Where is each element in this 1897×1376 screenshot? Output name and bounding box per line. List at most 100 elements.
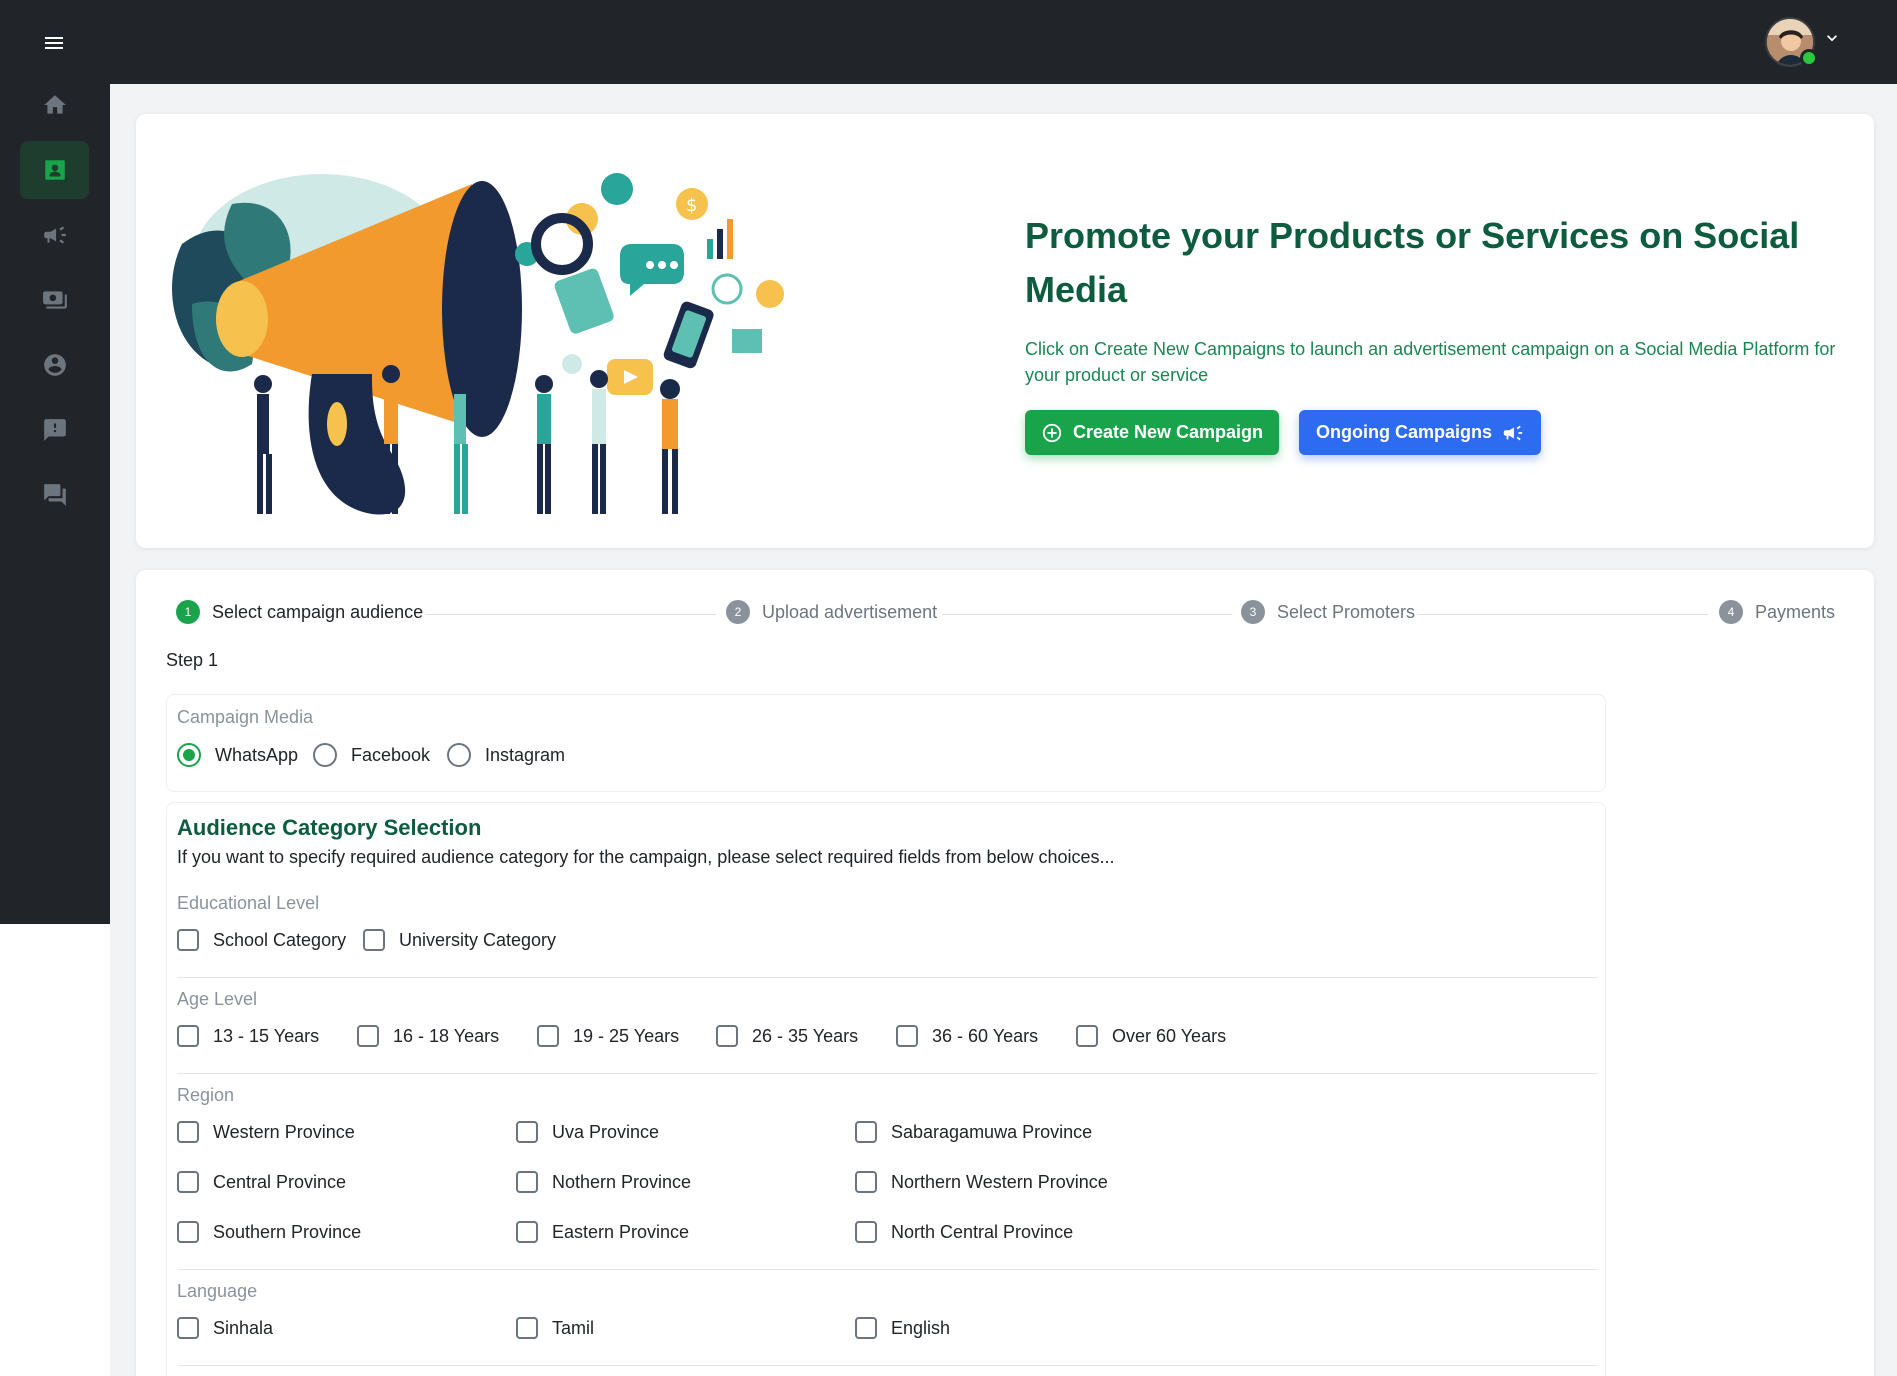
feedback-icon xyxy=(43,419,66,441)
checkbox[interactable] xyxy=(516,1317,538,1339)
sidebar-item-profile[interactable] xyxy=(20,336,89,394)
checkbox-age-26-35[interactable]: 26 - 35 Years xyxy=(716,1025,858,1047)
checkbox-north-central-province[interactable]: North Central Province xyxy=(855,1221,1073,1243)
checkbox-label: Eastern Province xyxy=(552,1221,690,1242)
checkbox[interactable] xyxy=(516,1121,538,1143)
checkbox[interactable] xyxy=(855,1221,877,1243)
checkbox-label: Western Province xyxy=(213,1121,355,1142)
campaign-wizard-card: 1 Select campaign audience 2 Upload adve… xyxy=(136,570,1874,1376)
hero-title: Promote your Products or Services on Soc… xyxy=(1025,215,1800,310)
checkbox[interactable] xyxy=(896,1025,918,1047)
step-upload-advertisement[interactable]: 2 Upload advertisement xyxy=(726,600,937,624)
radio-button[interactable] xyxy=(447,743,471,767)
age-level-label: Age Level xyxy=(177,989,258,1009)
sidebar-item-home[interactable] xyxy=(20,76,89,134)
megaphone-illustration: $ xyxy=(172,173,784,515)
audience-description: If you want to specify required audience… xyxy=(177,847,1115,867)
checkbox-label: Central Province xyxy=(213,1171,347,1192)
svg-text:$: $ xyxy=(686,195,697,216)
checkbox-central-province[interactable]: Central Province xyxy=(177,1171,346,1193)
checkbox-label: 16 - 18 Years xyxy=(393,1025,500,1046)
checkbox-southern-province[interactable]: Southern Province xyxy=(177,1221,361,1243)
create-campaign-label: Create New Campaign xyxy=(1072,422,1264,442)
checkbox-age-16-18[interactable]: 16 - 18 Years xyxy=(357,1025,499,1047)
radio-instagram[interactable]: Instagram xyxy=(447,743,565,767)
checkbox-western-province[interactable]: Western Province xyxy=(177,1121,355,1143)
step-select-audience[interactable]: 1 Select campaign audience xyxy=(176,600,423,624)
step-number: 1 xyxy=(176,600,200,624)
checkbox[interactable] xyxy=(177,929,199,951)
checkbox[interactable] xyxy=(516,1171,538,1193)
checkbox-uva-province[interactable]: Uva Province xyxy=(516,1121,659,1143)
checkbox[interactable] xyxy=(1076,1025,1098,1047)
checkbox[interactable] xyxy=(855,1171,877,1193)
hero-card: $ Promote your Products or Services on S… xyxy=(136,114,1874,548)
checkbox[interactable] xyxy=(177,1025,199,1047)
checkbox[interactable] xyxy=(716,1025,738,1047)
checkbox-age-19-25[interactable]: 19 - 25 Years xyxy=(537,1025,679,1047)
current-step-label: Step 1 xyxy=(166,650,219,670)
radio-button[interactable] xyxy=(313,743,337,767)
checkbox-nothern-province[interactable]: Nothern Province xyxy=(516,1171,691,1193)
checkbox-label: Northern Western Province xyxy=(891,1171,1108,1192)
user-menu-caret[interactable] xyxy=(1822,28,1842,48)
language-label: Language xyxy=(177,1281,258,1301)
checkbox-age-13-15[interactable]: 13 - 15 Years xyxy=(177,1025,319,1047)
checkbox[interactable] xyxy=(516,1221,538,1243)
checkbox-sabaragamuwa-province[interactable]: Sabaragamuwa Province xyxy=(855,1121,1092,1143)
checkbox-label: Southern Province xyxy=(213,1221,362,1242)
step-number: 3 xyxy=(1241,600,1265,624)
sidebar-item-messages[interactable] xyxy=(20,466,89,524)
checkbox-northern-western-province[interactable]: Northern Western Province xyxy=(855,1171,1108,1193)
sidebar-item-feedback[interactable] xyxy=(20,401,89,459)
checkbox-school-category[interactable]: School Category xyxy=(177,929,346,951)
checkbox[interactable] xyxy=(855,1121,877,1143)
checkbox[interactable] xyxy=(177,1171,199,1193)
radio-facebook[interactable]: Facebook xyxy=(313,743,430,767)
checkbox-label: University Category xyxy=(399,929,557,950)
radio-label: Facebook xyxy=(351,744,431,765)
checkbox-tamil[interactable]: Tamil xyxy=(516,1317,594,1339)
step-payments[interactable]: 4 Payments xyxy=(1719,600,1835,624)
checkbox[interactable] xyxy=(177,1221,199,1243)
checkbox-label: Sinhala xyxy=(213,1317,274,1338)
sidebar-item-campaigns[interactable] xyxy=(20,141,89,199)
step-connector xyxy=(426,614,716,615)
divider xyxy=(177,977,1597,978)
checkbox-age-36-60[interactable]: 36 - 60 Years xyxy=(896,1025,1038,1047)
checkbox-sinhala[interactable]: Sinhala xyxy=(177,1317,273,1339)
radio-whatsapp[interactable]: WhatsApp xyxy=(177,743,298,767)
step-connector xyxy=(942,614,1232,615)
divider xyxy=(177,1365,1597,1366)
create-campaign-button[interactable]: Create New Campaign xyxy=(1025,410,1279,455)
checkbox-label: 26 - 35 Years xyxy=(752,1025,859,1046)
radio-button[interactable] xyxy=(177,743,201,767)
sidebar-item-payments[interactable] xyxy=(20,271,89,329)
checkbox[interactable] xyxy=(177,1317,199,1339)
checkbox[interactable] xyxy=(357,1025,379,1047)
top-bar xyxy=(110,0,1897,84)
divider xyxy=(177,1269,1597,1270)
step-select-promoters[interactable]: 3 Select Promoters xyxy=(1241,600,1415,624)
step-connector xyxy=(1418,614,1708,615)
educational-level-label: Educational Level xyxy=(177,893,320,913)
checkbox-english[interactable]: English xyxy=(855,1317,950,1339)
checkbox[interactable] xyxy=(537,1025,559,1047)
megaphone-icon xyxy=(43,226,66,244)
checkbox-age-over-60[interactable]: Over 60 Years xyxy=(1076,1025,1226,1047)
checkbox[interactable] xyxy=(177,1121,199,1143)
step-number: 2 xyxy=(726,600,750,624)
radio-label: Instagram xyxy=(485,744,566,765)
sidebar xyxy=(0,0,110,924)
checkbox[interactable] xyxy=(855,1317,877,1339)
checkbox-university-category[interactable]: University Category xyxy=(363,929,556,951)
menu-toggle-button[interactable] xyxy=(34,28,74,58)
sidebar-item-promotions[interactable] xyxy=(20,206,89,264)
ongoing-campaigns-button[interactable]: Ongoing Campaigns xyxy=(1299,410,1541,455)
checkbox[interactable] xyxy=(363,929,385,951)
checkbox-eastern-province[interactable]: Eastern Province xyxy=(516,1221,689,1243)
checkbox-label: Sabaragamuwa Province xyxy=(891,1121,1093,1142)
step-number: 4 xyxy=(1719,600,1743,624)
audience-title: Audience Category Selection xyxy=(177,815,482,840)
campaign-media-label: Campaign Media xyxy=(177,707,314,727)
